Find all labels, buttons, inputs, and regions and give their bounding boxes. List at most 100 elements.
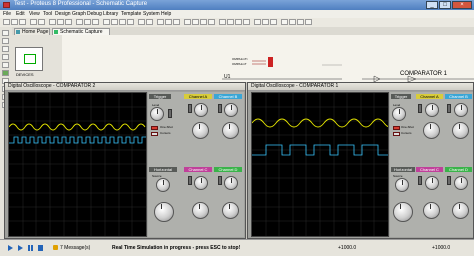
channel-c-volts-div-knob[interactable] <box>192 202 209 219</box>
pcb-icon[interactable] <box>57 19 64 25</box>
channel-b-volts-div-knob[interactable] <box>452 122 469 139</box>
channel-c-volts-div-knob[interactable] <box>423 202 440 219</box>
zoom-area-icon[interactable] <box>127 19 134 25</box>
selection-icon[interactable] <box>2 30 9 36</box>
remove-sheet-icon[interactable] <box>289 19 296 25</box>
copy-icon[interactable] <box>165 19 172 25</box>
block-move-icon[interactable] <box>192 19 199 25</box>
origin-icon[interactable] <box>92 19 99 25</box>
search-icon[interactable] <box>262 19 269 25</box>
cut-icon[interactable] <box>157 19 164 25</box>
minimize-button[interactable]: _ <box>426 1 438 9</box>
property-tool-icon[interactable] <box>270 19 277 25</box>
trigger-coupling-switch[interactable] <box>168 109 172 118</box>
zoom-in-icon[interactable] <box>103 19 110 25</box>
close-button[interactable]: × <box>452 1 472 9</box>
new-icon[interactable] <box>3 19 10 25</box>
schematic-canvas[interactable]: OMPA1mTt OMPA1mT U1 COMPARATOR 1 <box>62 35 474 82</box>
channel-b-volts-div-knob[interactable] <box>222 122 239 139</box>
channel-a-volts-div-knob[interactable] <box>423 122 440 139</box>
menu-library[interactable]: Library <box>103 11 118 17</box>
erc-icon[interactable] <box>305 19 312 25</box>
channel-a-position-knob[interactable] <box>425 103 439 117</box>
junction-icon[interactable] <box>2 46 9 52</box>
menu-help[interactable]: Help <box>161 11 171 17</box>
menu-design[interactable]: Design <box>55 11 71 17</box>
stop-simulation-icon[interactable] <box>38 245 43 251</box>
overview-window[interactable] <box>15 47 43 71</box>
channel-b-position-knob[interactable] <box>224 103 238 117</box>
menu-system[interactable]: System <box>143 11 160 17</box>
channel-d-coupling-switch[interactable] <box>447 176 451 185</box>
channel-a-coupling-switch[interactable] <box>188 104 192 113</box>
oscilloscope-comparator-2: Digital Oscilloscope - COMPARATOR 2 Trig… <box>4 82 246 239</box>
bus-icon[interactable] <box>2 70 9 76</box>
netlist-icon[interactable] <box>297 19 304 25</box>
open-icon[interactable] <box>11 19 18 25</box>
menu-tool[interactable]: Tool <box>43 11 52 17</box>
print-icon[interactable] <box>30 19 37 25</box>
channel-d-volts-div-knob[interactable] <box>222 202 239 219</box>
undo-icon[interactable] <box>138 19 145 25</box>
text-script-icon[interactable] <box>2 62 9 68</box>
channel-d-position-knob[interactable] <box>224 176 238 190</box>
one-shot-button[interactable] <box>393 126 400 130</box>
menu-file[interactable]: File <box>3 11 11 17</box>
menu-view[interactable]: View <box>29 11 40 17</box>
channel-d-coupling-switch[interactable] <box>218 176 222 185</box>
component-icon[interactable] <box>2 38 9 44</box>
pick-device-icon[interactable] <box>219 19 226 25</box>
cursors-button[interactable] <box>393 132 400 136</box>
channel-c-position-knob[interactable] <box>194 176 208 190</box>
channel-d-volts-div-knob[interactable] <box>452 202 469 219</box>
redo-icon[interactable] <box>146 19 153 25</box>
channel-b-position-knob[interactable] <box>454 103 468 117</box>
zoom-all-icon[interactable] <box>119 19 126 25</box>
trigger-level-knob[interactable] <box>150 107 164 121</box>
tab-schematic-capture[interactable]: Schematic Capture <box>52 28 110 35</box>
channel-c-position-knob[interactable] <box>425 176 439 190</box>
tab-home-page[interactable]: Home Page <box>14 28 50 35</box>
step-simulation-icon[interactable] <box>18 245 23 251</box>
menu-debug[interactable]: Debug <box>87 11 102 17</box>
wire-label-icon[interactable] <box>2 54 9 60</box>
channel-a-position-knob[interactable] <box>194 103 208 117</box>
zoom-out-icon[interactable] <box>111 19 118 25</box>
channel-d-position-knob[interactable] <box>454 176 468 190</box>
menu-edit[interactable]: Edit <box>16 11 25 17</box>
maximize-button[interactable]: □ <box>439 1 451 9</box>
run-simulation-icon[interactable] <box>8 245 13 251</box>
schematic-icon[interactable] <box>49 19 56 25</box>
grid-icon[interactable] <box>84 19 91 25</box>
timebase-knob[interactable] <box>393 202 413 222</box>
trigger-level-knob[interactable] <box>392 107 406 121</box>
horizontal-position-knob[interactable] <box>395 178 409 192</box>
wire-autoroute-icon[interactable] <box>254 19 261 25</box>
one-shot-button[interactable] <box>151 126 158 130</box>
timebase-knob[interactable] <box>154 202 174 222</box>
bom-icon[interactable] <box>65 19 72 25</box>
block-rotate-icon[interactable] <box>200 19 207 25</box>
packaging-icon[interactable] <box>235 19 242 25</box>
channel-b-coupling-switch[interactable] <box>218 104 222 113</box>
cursors-button[interactable] <box>151 132 158 136</box>
decompose-icon[interactable] <box>243 19 250 25</box>
paste-icon[interactable] <box>173 19 180 25</box>
home-icon[interactable] <box>38 19 45 25</box>
block-copy-icon[interactable] <box>184 19 191 25</box>
block-delete-icon[interactable] <box>208 19 215 25</box>
pause-icon[interactable] <box>28 245 30 251</box>
make-device-icon[interactable] <box>227 19 234 25</box>
channel-a-volts-div-knob[interactable] <box>192 122 209 139</box>
message-count[interactable]: 7 Message(s) <box>60 245 90 251</box>
channel-b-coupling-switch[interactable] <box>447 104 451 113</box>
menu-template[interactable]: Template <box>121 11 141 17</box>
horizontal-position-knob[interactable] <box>156 178 170 192</box>
save-icon[interactable] <box>19 19 26 25</box>
channel-c-coupling-switch[interactable] <box>418 176 422 185</box>
refresh-icon[interactable] <box>76 19 83 25</box>
channel-c-coupling-switch[interactable] <box>188 176 192 185</box>
menu-graph[interactable]: Graph <box>72 11 86 17</box>
new-sheet-icon[interactable] <box>281 19 288 25</box>
channel-a-coupling-switch[interactable] <box>418 104 422 113</box>
